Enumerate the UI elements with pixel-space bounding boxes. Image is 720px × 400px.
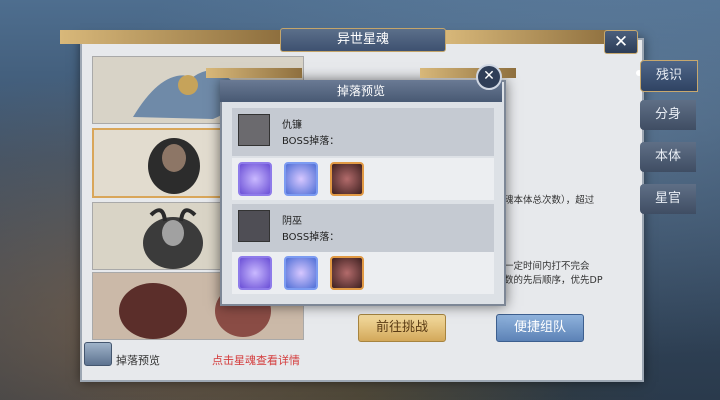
chest-icon[interactable] (84, 342, 112, 366)
boss-avatar-1 (238, 114, 270, 146)
close-window-button[interactable]: ✕ (604, 30, 638, 54)
tab-star-officer[interactable]: 星官 (640, 184, 696, 214)
tab-clone[interactable]: 分身 (640, 100, 696, 130)
dialog-title: 掉落预览 (220, 80, 502, 102)
purple-crystal-icon[interactable] (238, 162, 272, 196)
orange-fragment-icon[interactable] (330, 162, 364, 196)
description-line-2: 一定时间内打不完会 (504, 261, 590, 272)
window-title: 异世星魂 (280, 28, 446, 52)
boss-drop-label-2: BOSS掉落： (282, 232, 340, 243)
drop-preview-link[interactable]: 掉落预览 (116, 352, 160, 368)
boss-name-2: 阴巫 (282, 216, 302, 227)
blue-crystal-icon[interactable] (284, 162, 318, 196)
go-challenge-button[interactable]: 前往挑战 (358, 314, 446, 342)
soul-detail-hint: 点击星魂查看详情 (212, 354, 300, 367)
purple-crystal-icon[interactable] (238, 256, 272, 290)
dialog-wing-left (206, 68, 302, 78)
boss-row-1 (232, 108, 494, 156)
tab-residual[interactable]: 残识 (640, 60, 698, 92)
boss-name-1: 仇镰 (282, 120, 302, 131)
tab-body[interactable]: 本体 (640, 142, 696, 172)
orange-fragment-icon[interactable] (330, 256, 364, 290)
description-line-3: 数的先后顺序，优先DP (504, 275, 603, 286)
description-line-1: 魂本体总次数），超过 (504, 195, 595, 206)
title-wing-right (444, 30, 614, 44)
title-wing-left (60, 30, 280, 44)
blue-crystal-icon[interactable] (284, 256, 318, 290)
boss-avatar-2 (238, 210, 270, 242)
boss-drop-label-1: BOSS掉落： (282, 136, 340, 147)
quick-team-button[interactable]: 便捷组队 (496, 314, 584, 342)
boss-row-2 (232, 204, 494, 252)
close-dialog-button[interactable]: ✕ (476, 64, 502, 90)
